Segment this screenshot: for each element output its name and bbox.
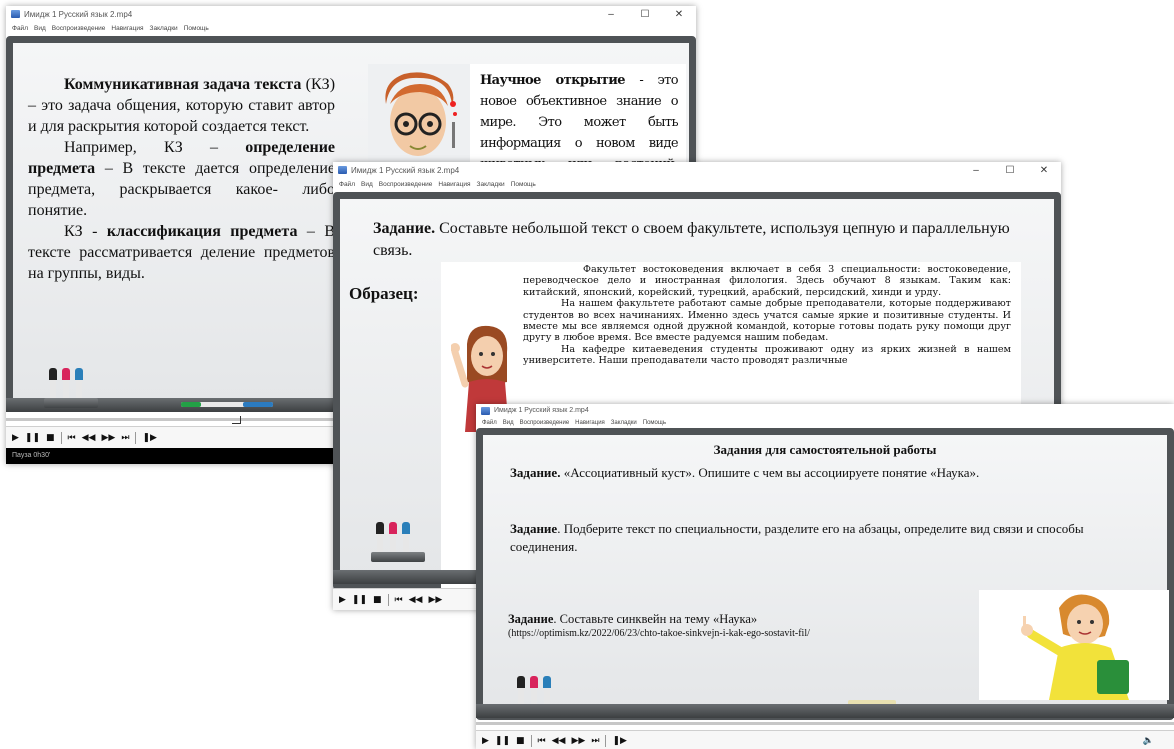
menu-bookmarks[interactable]: Закладки bbox=[611, 420, 637, 426]
task-3: Задание. Составьте синквейн на тему «Нау… bbox=[508, 611, 968, 627]
menu-bookmarks[interactable]: Закладки bbox=[477, 181, 505, 188]
forward-icon[interactable]: ▶▶ bbox=[571, 736, 585, 746]
menu-file[interactable]: Файл bbox=[339, 181, 355, 188]
slide3-heading: Задания для самостоятельной работы bbox=[713, 442, 937, 457]
classification-intro: КЗ - bbox=[64, 223, 98, 240]
title-bar: Имидж 1 Русский язык 2.mp4 bbox=[476, 404, 1174, 417]
prev-icon[interactable]: ⏮ bbox=[395, 595, 403, 605]
prev-icon[interactable]: ⏮ bbox=[68, 433, 76, 443]
menu-navigation[interactable]: Навигация bbox=[575, 420, 605, 426]
next-icon[interactable]: ⏭ bbox=[121, 433, 129, 443]
player-window-3: Имидж 1 Русский язык 2.mp4 Файл Вид Восп… bbox=[476, 404, 1174, 749]
task-2-text: . Подберите текст по специальности, разд… bbox=[510, 521, 1084, 554]
pause-icon[interactable]: ❚❚ bbox=[495, 736, 510, 746]
task-3-label: Задание bbox=[508, 612, 554, 626]
stop-icon[interactable]: ■ bbox=[46, 433, 55, 443]
window-title: Имидж 1 Русский язык 2.mp4 bbox=[351, 165, 460, 175]
slide2-task: Задание. Составьте небольшой текст о сво… bbox=[373, 218, 1013, 262]
sample-label: Образец: bbox=[349, 284, 419, 303]
menu-help[interactable]: Помощь bbox=[184, 25, 209, 32]
example-intro: Например, КЗ – bbox=[64, 139, 218, 156]
task-1-label: Задание. bbox=[510, 465, 561, 480]
stop-icon[interactable]: ■ bbox=[516, 736, 525, 746]
window-title: Имидж 1 Русский язык 2.mp4 bbox=[24, 9, 133, 19]
seek-thumb[interactable] bbox=[232, 416, 241, 424]
menu-file[interactable]: Файл bbox=[482, 420, 497, 426]
title-bar: Имидж 1 Русский язык 2.mp4 – ☐ ✕ bbox=[6, 6, 696, 22]
rewind-icon[interactable]: ◀◀ bbox=[552, 736, 566, 746]
task-3-link[interactable]: (https://optimism.kz/2022/06/23/chto-tak… bbox=[508, 628, 978, 639]
marker-pen-decoration bbox=[181, 402, 273, 407]
maximize-button[interactable]: ☐ bbox=[993, 165, 1027, 176]
play-icon[interactable]: ▶ bbox=[339, 595, 346, 605]
title-bar: Имидж 1 Русский язык 2.mp4 – ☐ ✕ bbox=[333, 162, 1061, 178]
close-button[interactable]: ✕ bbox=[1027, 165, 1061, 176]
menu-bar: Файл Вид Воспроизведение Навигация Закла… bbox=[333, 178, 1061, 191]
sample-text: Факультет востоковедения включает в себя… bbox=[523, 264, 1011, 367]
pause-icon[interactable]: ❚❚ bbox=[25, 433, 40, 443]
app-icon bbox=[338, 166, 347, 174]
close-button[interactable]: ✕ bbox=[662, 9, 696, 20]
sample-paragraph-3: На кафедре китаеведения студенты прожива… bbox=[523, 343, 1011, 367]
seek-bar[interactable] bbox=[476, 722, 1174, 725]
menu-playback[interactable]: Воспроизведение bbox=[379, 181, 433, 188]
task-1: Задание. «Ассоциативный куст». Опишите с… bbox=[510, 464, 1150, 482]
term-classification: классификация предмета bbox=[106, 223, 298, 240]
app-icon bbox=[11, 10, 20, 18]
sample-paragraph-1: Факультет востоковедения включает в себя… bbox=[523, 264, 1011, 298]
menu-file[interactable]: Файл bbox=[12, 25, 28, 32]
next-icon[interactable]: ⏭ bbox=[591, 736, 599, 746]
task-2: Задание. Подберите текст по специальност… bbox=[510, 520, 1150, 556]
prev-icon[interactable]: ⏮ bbox=[538, 736, 546, 746]
menu-bar: Файл Вид Воспроизведение Навигация Закла… bbox=[6, 22, 696, 35]
pointing-teacher-illustration bbox=[979, 590, 1169, 700]
menu-bookmarks[interactable]: Закладки bbox=[150, 25, 178, 32]
task-2-label: Задание bbox=[510, 521, 558, 536]
forward-icon[interactable]: ▶▶ bbox=[101, 433, 115, 443]
board-tray bbox=[476, 704, 1174, 718]
card-term: Научное открытие bbox=[480, 73, 626, 88]
volume-icon[interactable]: 🔈 bbox=[1143, 736, 1154, 746]
rewind-icon[interactable]: ◀◀ bbox=[82, 433, 96, 443]
markers-decoration bbox=[371, 512, 425, 562]
menu-help[interactable]: Помощь bbox=[643, 420, 666, 426]
task-1-text: «Ассоциативный куст». Опишите с чем вы а… bbox=[563, 465, 980, 480]
task-3-text: . Составьте синквейн на тему «Наука» bbox=[553, 612, 758, 626]
slide1-text: Коммуникативная задача текста (КЗ) – это… bbox=[28, 74, 335, 284]
menu-view[interactable]: Вид bbox=[361, 181, 373, 188]
markers-decoration bbox=[44, 358, 98, 408]
menu-help[interactable]: Помощь bbox=[511, 181, 536, 188]
playback-controls: ▶ ❚❚ ■ ⏮ ◀◀ ▶▶ ⏭ ❚▶ 🔈 bbox=[476, 730, 1174, 749]
minimize-button[interactable]: – bbox=[959, 165, 993, 176]
forward-icon[interactable]: ▶▶ bbox=[428, 595, 442, 605]
term-communicative-task: Коммуникативная задача текста bbox=[64, 76, 302, 93]
menu-bar: Файл Вид Воспроизведение Навигация Закла… bbox=[476, 417, 1174, 428]
sample-paragraph-2: На нашем факультете работают самые добры… bbox=[523, 298, 1011, 344]
frame-step-icon[interactable]: ❚▶ bbox=[142, 433, 156, 443]
menu-navigation[interactable]: Навигация bbox=[111, 25, 143, 32]
play-icon[interactable]: ▶ bbox=[12, 433, 19, 443]
rewind-icon[interactable]: ◀◀ bbox=[409, 595, 423, 605]
menu-navigation[interactable]: Навигация bbox=[438, 181, 470, 188]
minimize-button[interactable]: – bbox=[594, 9, 628, 20]
stop-icon[interactable]: ■ bbox=[373, 595, 382, 605]
maximize-button[interactable]: ☐ bbox=[628, 9, 662, 20]
menu-view[interactable]: Вид bbox=[34, 25, 46, 32]
task-text: Составьте небольшой текст о своем факуль… bbox=[373, 220, 1010, 259]
app-icon bbox=[481, 406, 490, 415]
frame-step-icon[interactable]: ❚▶ bbox=[612, 736, 626, 746]
menu-playback[interactable]: Воспроизведение bbox=[520, 420, 570, 426]
play-icon[interactable]: ▶ bbox=[482, 736, 489, 746]
science-card: Научное открытие - это новое объективное… bbox=[368, 64, 686, 214]
menu-playback[interactable]: Воспроизведение bbox=[52, 25, 106, 32]
status-text: Пауза 0h30' bbox=[12, 452, 51, 459]
window-title: Имидж 1 Русский язык 2.mp4 bbox=[494, 407, 589, 414]
pause-icon[interactable]: ❚❚ bbox=[352, 595, 367, 605]
task-label: Задание. bbox=[373, 220, 436, 237]
scientist-illustration bbox=[368, 64, 470, 174]
menu-view[interactable]: Вид bbox=[503, 420, 514, 426]
